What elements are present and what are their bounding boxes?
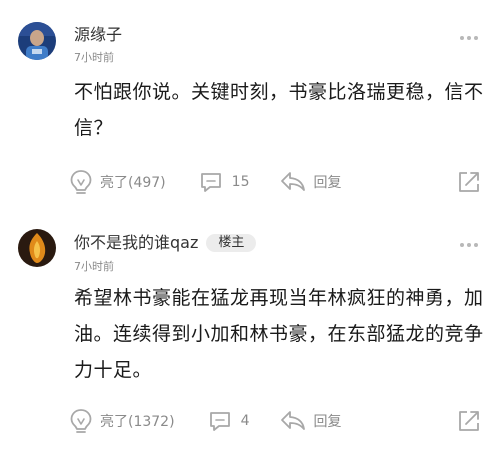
action-bar: 亮了(497) 15 回复 — [68, 167, 482, 197]
reply-label: 回复 — [313, 414, 342, 430]
reply-arrow-icon — [279, 169, 307, 195]
reply-button[interactable]: 回复 — [279, 408, 341, 434]
avatar[interactable] — [18, 229, 56, 267]
reply-button[interactable]: 回复 — [279, 169, 341, 195]
action-bar: 亮了(1372) 4 回复 — [68, 406, 482, 436]
comment-bubble-icon — [207, 408, 233, 434]
reply-label: 回复 — [313, 175, 342, 191]
share-icon[interactable] — [456, 169, 482, 195]
comment-item: 源缘子 7小时前 不怕跟你说。关键时刻，书豪比洛瑞更稳，信不信？ 亮了(497) — [0, 0, 500, 225]
reply-count: 15 — [231, 174, 250, 190]
like-button[interactable]: 亮了(497) — [68, 168, 166, 196]
reply-count: 4 — [240, 413, 250, 429]
avatar[interactable] — [18, 22, 56, 60]
reply-arrow-icon — [279, 408, 307, 434]
like-count: 亮了(497) — [100, 175, 166, 191]
timestamp: 7小时前 — [74, 260, 114, 273]
username[interactable]: 源缘子 — [74, 25, 122, 45]
comment-button[interactable]: 15 — [198, 169, 250, 195]
comment-text: 不怕跟你说。关键时刻，书豪比洛瑞更稳，信不信？ — [74, 81, 484, 139]
op-badge: 楼主 — [206, 234, 257, 252]
comment-text: 希望林书豪能在猛龙再现当年林疯狂的神勇，加油。连续得到小加和林书豪，在东部猛龙的… — [74, 287, 484, 381]
comment-item: 你不是我的谁qaz 楼主 7小时前 希望林书豪能在猛龙再现当年林疯狂的神勇，加油… — [0, 225, 500, 450]
share-icon[interactable] — [456, 408, 482, 434]
lightbulb-icon — [68, 168, 94, 196]
lightbulb-icon — [68, 407, 94, 435]
comment-bubble-icon — [198, 169, 224, 195]
timestamp: 7小时前 — [74, 51, 114, 64]
more-dots-icon[interactable] — [460, 242, 478, 248]
username[interactable]: 你不是我的谁qaz 楼主 — [74, 233, 257, 253]
more-dots-icon[interactable] — [460, 35, 478, 41]
like-button[interactable]: 亮了(1372) — [68, 407, 175, 435]
comment-button[interactable]: 4 — [207, 408, 250, 434]
like-count: 亮了(1372) — [100, 414, 175, 430]
